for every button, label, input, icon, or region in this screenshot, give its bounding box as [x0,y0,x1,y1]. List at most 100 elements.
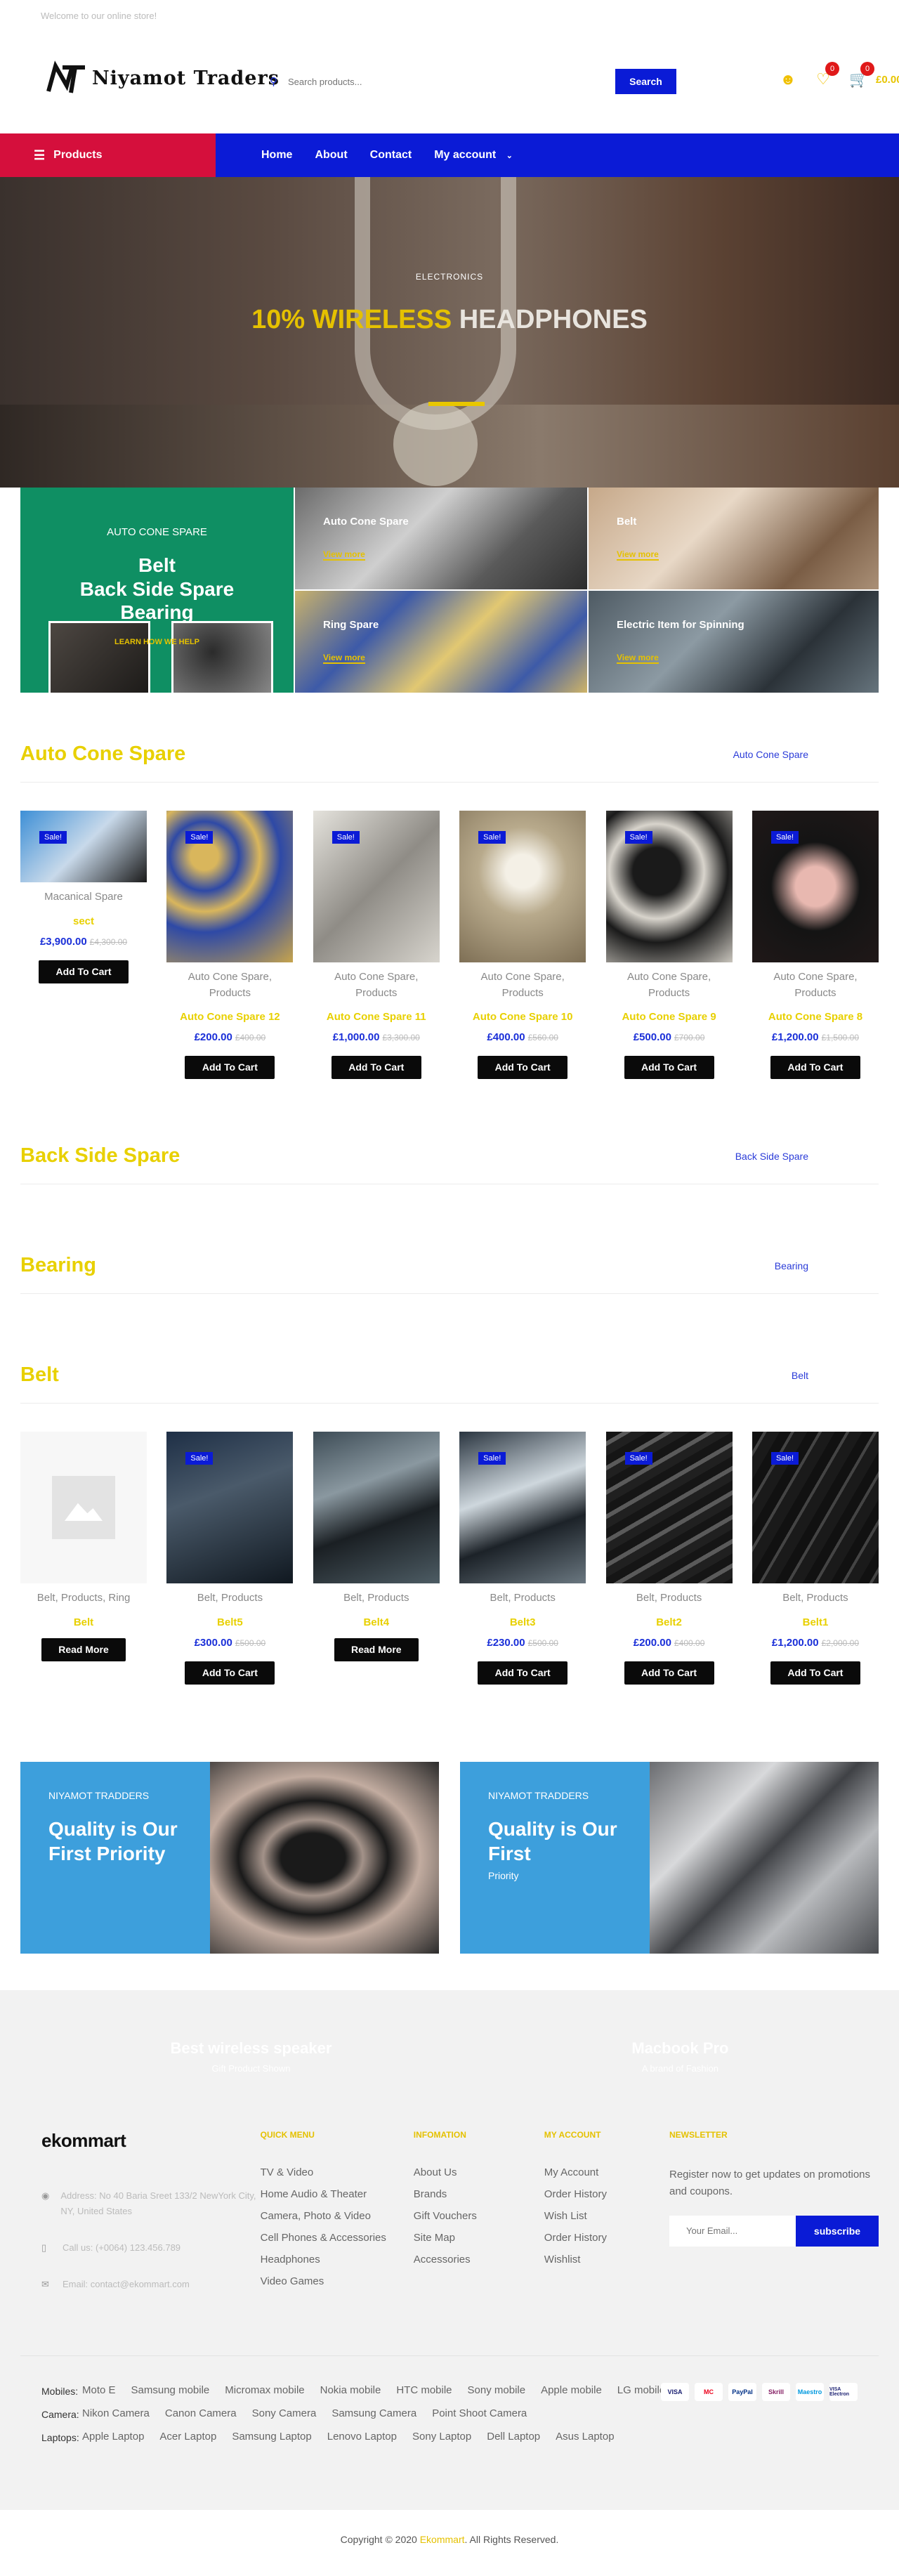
product-image[interactable]: Sale! [752,1432,879,1583]
nav-home[interactable]: Home [261,149,292,162]
quality-banner[interactable]: NIYAMOT TRADDERS Quality is Our First Pr… [20,1761,439,1954]
promo-feature-banner[interactable]: AUTO CONE SPARE Belt Back Side Spare Bea… [20,488,294,693]
add-to-cart-button[interactable]: Add To Cart [185,1056,275,1079]
nav-my-account[interactable]: My account ⌄ [434,149,513,162]
product-name[interactable]: Belt5 [166,1616,293,1628]
footer-link[interactable]: Wishlist [544,2254,669,2266]
category-link[interactable]: Lenovo Laptop [327,2431,397,2445]
footer-link[interactable]: TV & Video [261,2166,414,2178]
product-category[interactable]: Auto Cone Spare, Products [752,969,879,1001]
category-link[interactable]: Point Shoot Camera [432,2407,527,2422]
product-image[interactable]: Sale! [166,1432,294,1583]
footer-link[interactable]: Brands [414,2188,544,2200]
category-link[interactable]: Dell Laptop [487,2431,540,2445]
product-category[interactable]: Auto Cone Spare, Products [459,969,586,1001]
category-link[interactable]: Acer Laptop [159,2431,216,2445]
product-category[interactable]: Auto Cone Spare, Products [606,969,733,1001]
product-image[interactable]: Sale! [459,811,586,962]
product-name[interactable]: Auto Cone Spare 8 [752,1011,879,1023]
promo-tile-auto-cone-spare[interactable]: Auto Cone Spare View more [294,488,587,589]
add-to-cart-button[interactable]: Add To Cart [770,1056,860,1079]
product-name[interactable]: Belt1 [752,1616,879,1628]
read-more-button[interactable]: Read More [41,1637,126,1661]
product-name[interactable]: Auto Cone Spare 9 [606,1011,733,1023]
category-link[interactable]: Micromax mobile [225,2384,304,2399]
add-to-cart-button[interactable]: Add To Cart [624,1661,714,1685]
category-link[interactable]: Canon Camera [165,2407,237,2422]
product-category[interactable]: Belt, Products [606,1590,733,1607]
section-link[interactable]: Auto Cone Spare [733,749,808,760]
promo-tile-link[interactable]: View more [323,653,365,664]
category-link[interactable]: Samsung mobile [131,2384,210,2399]
category-link[interactable]: Asus Laptop [556,2431,614,2445]
product-category[interactable]: Belt, Products [459,1590,586,1607]
category-link[interactable]: HTC mobile [396,2384,452,2399]
footer-link[interactable]: Cell Phones & Accessories [261,2232,414,2244]
category-link[interactable]: Samsung Camera [332,2407,416,2422]
footer-link[interactable]: Wish List [544,2210,669,2222]
product-category[interactable]: Macanical Spare [20,889,147,905]
wishlist-icon[interactable]: ♡ 0 [814,62,839,89]
add-to-cart-button[interactable]: Add To Cart [478,1056,568,1079]
product-category[interactable]: Belt, Products [752,1590,879,1607]
footer-promo[interactable]: Macbook Pro A brand of Fashion [631,2039,728,2074]
footer-promo[interactable]: Best wireless speaker Gift Product Shown [170,2039,332,2074]
category-link[interactable]: Samsung Laptop [232,2431,311,2445]
nav-about[interactable]: About [315,149,347,162]
footer-logo[interactable]: ekommart [41,2130,261,2152]
product-category[interactable]: Belt, Products, Ring [20,1590,147,1607]
product-image[interactable]: Sale! [166,811,294,962]
account-icon[interactable]: ☻ [779,70,797,89]
footer-link[interactable]: Gift Vouchers [414,2210,544,2222]
product-category[interactable]: Belt, Products [313,1590,440,1607]
category-link[interactable]: Sony Laptop [412,2431,471,2445]
add-to-cart-button[interactable]: Add To Cart [39,960,129,983]
product-image[interactable]: Sale! [605,1432,733,1583]
product-name[interactable]: Auto Cone Spare 11 [313,1011,440,1023]
cart-total[interactable]: £0.00 [876,74,899,86]
product-name[interactable]: Belt [20,1616,147,1628]
footer-link[interactable]: Order History [544,2232,669,2244]
add-to-cart-button[interactable]: Add To Cart [770,1661,860,1685]
footer-link[interactable]: Accessories [414,2254,544,2266]
newsletter-email-input[interactable] [669,2215,796,2247]
add-to-cart-button[interactable]: Add To Cart [331,1056,421,1079]
promo-tile-electric-item[interactable]: Electric Item for Spinning View more [587,591,879,693]
category-link[interactable]: Moto E [82,2384,116,2399]
product-name[interactable]: Belt4 [313,1616,440,1628]
add-to-cart-button[interactable]: Add To Cart [624,1056,714,1079]
promo-tile-link[interactable]: View more [617,549,659,561]
product-name[interactable]: Belt2 [606,1616,733,1628]
product-image-placeholder[interactable] [20,1432,147,1583]
section-link[interactable]: Back Side Spare [735,1151,808,1162]
product-image[interactable]: Sale! [752,811,879,962]
product-name[interactable]: Auto Cone Spare 10 [459,1011,586,1023]
product-image[interactable]: Sale! [20,811,147,882]
search-button[interactable]: Search [615,69,676,94]
products-menu-button[interactable]: ☰ Products [0,133,216,177]
product-category[interactable]: Auto Cone Spare, Products [166,969,293,1001]
add-to-cart-button[interactable]: Add To Cart [478,1661,568,1685]
promo-tile-link[interactable]: View more [323,549,365,561]
nav-contact[interactable]: Contact [370,149,412,162]
quality-banner[interactable]: NIYAMOT TRADDERS Quality is Our First Pr… [460,1761,879,1954]
product-name[interactable]: sect [20,915,147,927]
promo-tile-link[interactable]: View more [617,653,659,664]
category-link[interactable]: LG mobile [617,2384,665,2399]
footer-link[interactable]: Site Map [414,2232,544,2244]
site-logo[interactable]: Niyamot Traders [46,60,280,96]
cart-icon[interactable]: 🛒 0 [849,62,874,89]
footer-link[interactable]: About Us [414,2166,544,2178]
footer-link[interactable]: Camera, Photo & Video [261,2210,414,2222]
subscribe-button[interactable]: subscribe [796,2215,879,2247]
product-image[interactable]: Sale! [459,1432,586,1583]
product-category[interactable]: Auto Cone Spare, Products [313,969,440,1001]
category-link[interactable]: Sony mobile [468,2384,526,2399]
promo-tile-ring-spare[interactable]: Ring Spare View more [294,591,587,693]
copyright-brand-link[interactable]: Ekommart [420,2534,465,2545]
footer-link[interactable]: Headphones [261,2254,414,2266]
read-more-button[interactable]: Read More [334,1637,419,1661]
footer-link[interactable]: Video Games [261,2275,414,2287]
section-link[interactable]: Bearing [775,1260,808,1271]
category-link[interactable]: Nokia mobile [320,2384,381,2399]
